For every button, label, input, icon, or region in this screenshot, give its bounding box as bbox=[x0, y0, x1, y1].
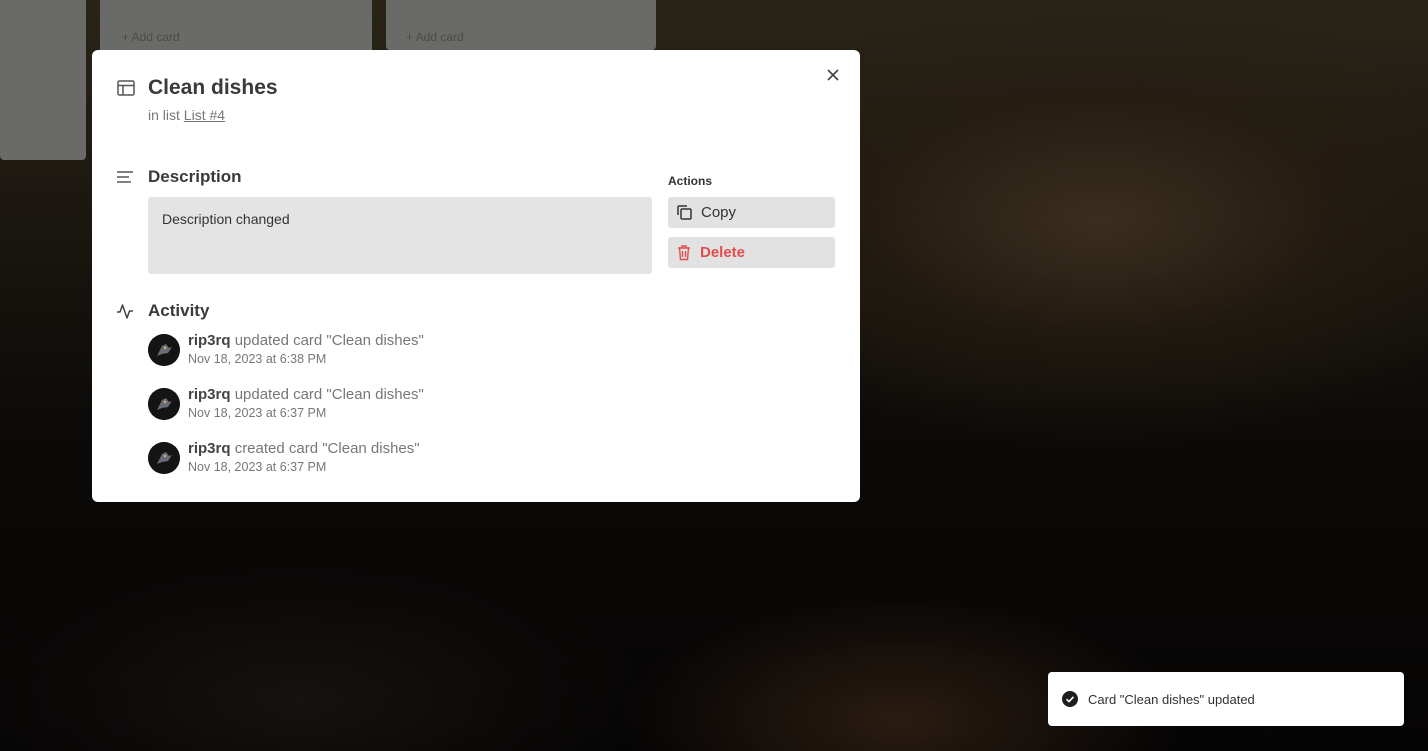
description-field[interactable]: Description changed bbox=[148, 197, 652, 274]
add-card-link[interactable]: + Add card bbox=[122, 30, 180, 44]
actions-label: Actions bbox=[668, 174, 713, 188]
copy-icon bbox=[677, 205, 692, 220]
add-card-link[interactable]: + Add card bbox=[406, 30, 464, 44]
activity-item: rip3rq created card "Clean dishes" Nov 1… bbox=[148, 440, 420, 474]
activity-header: Activity bbox=[116, 301, 209, 321]
copy-label: Copy bbox=[701, 204, 737, 221]
card-header: Clean dishes bbox=[116, 76, 278, 100]
board-list-column bbox=[0, 0, 86, 160]
activity-text: rip3rq updated card "Clean dishes" bbox=[188, 332, 424, 350]
board-list-column: + Add card bbox=[386, 0, 656, 50]
card-list-info: in list List #4 bbox=[148, 107, 225, 123]
description-header: Description bbox=[116, 167, 242, 187]
align-left-icon bbox=[117, 171, 133, 183]
avatar[interactable] bbox=[148, 442, 180, 474]
activity-action: updated card "Clean dishes" bbox=[234, 386, 424, 403]
avatar[interactable] bbox=[148, 334, 180, 366]
activity-date: Nov 18, 2023 at 6:37 PM bbox=[188, 460, 327, 474]
user-avatar-icon bbox=[148, 334, 180, 366]
trash-icon bbox=[678, 245, 690, 261]
close-button[interactable] bbox=[824, 66, 842, 84]
activity-label: Activity bbox=[148, 301, 210, 320]
close-icon[interactable] bbox=[827, 69, 839, 81]
copy-button[interactable]: Copy bbox=[668, 197, 835, 228]
activity-user: rip3rq bbox=[188, 440, 231, 457]
toast-message: Card "Clean dishes" updated bbox=[1088, 691, 1255, 707]
description-label: Description bbox=[148, 167, 242, 186]
activity-text: rip3rq updated card "Clean dishes" bbox=[188, 386, 424, 404]
activity-item: rip3rq updated card "Clean dishes" Nov 1… bbox=[148, 332, 424, 366]
activity-date: Nov 18, 2023 at 6:37 PM bbox=[188, 406, 327, 420]
card-title[interactable]: Clean dishes bbox=[148, 76, 278, 100]
activity-date: Nov 18, 2023 at 6:38 PM bbox=[188, 352, 327, 366]
notification-toast[interactable]: Card "Clean dishes" updated bbox=[1048, 672, 1404, 726]
activity-text: rip3rq created card "Clean dishes" bbox=[188, 440, 420, 458]
activity-action: created card "Clean dishes" bbox=[234, 440, 420, 457]
avatar[interactable] bbox=[148, 388, 180, 420]
activity-item: rip3rq updated card "Clean dishes" Nov 1… bbox=[148, 386, 424, 420]
user-avatar-icon bbox=[148, 388, 180, 420]
check-circle-icon bbox=[1062, 691, 1078, 707]
activity-user: rip3rq bbox=[188, 386, 231, 403]
delete-button[interactable]: Delete bbox=[668, 237, 835, 268]
list-link[interactable]: List #4 bbox=[184, 107, 225, 123]
activity-user: rip3rq bbox=[188, 332, 231, 349]
user-avatar-icon bbox=[148, 442, 180, 474]
delete-label: Delete bbox=[700, 244, 746, 261]
card-modal: Clean dishes in list List #4 Description… bbox=[92, 50, 860, 502]
in-list-prefix: in list bbox=[148, 107, 180, 123]
activity-action: updated card "Clean dishes" bbox=[234, 332, 424, 349]
card-icon bbox=[117, 80, 135, 96]
activity-icon bbox=[117, 304, 133, 319]
